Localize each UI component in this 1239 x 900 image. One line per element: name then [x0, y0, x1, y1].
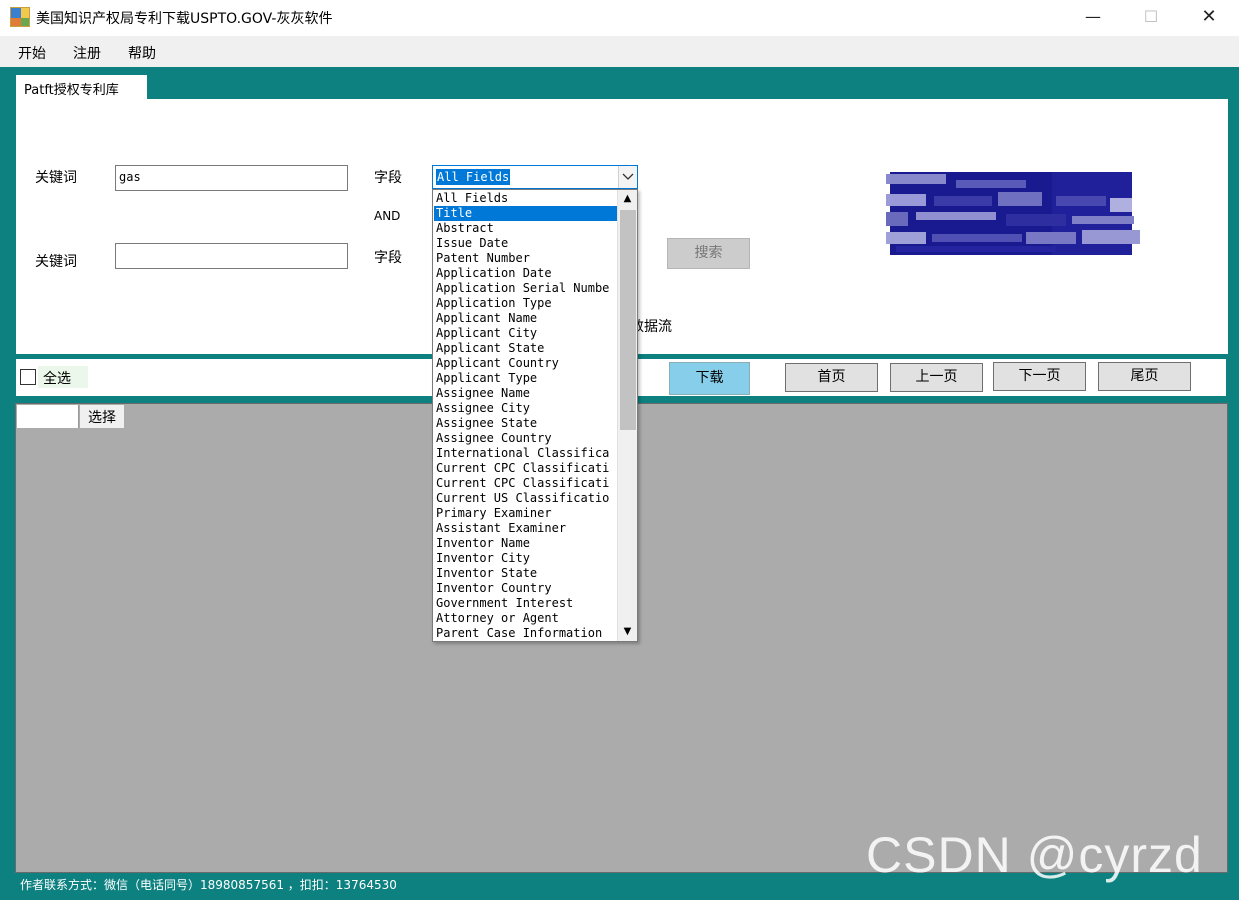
dropdown-option[interactable]: Assistant Examiner — [434, 521, 617, 536]
title-bar: 美国知识产权局专利下载USPTO.GOV-灰灰软件 — ☐ ✕ — [0, 0, 1239, 35]
dropdown-option[interactable]: Issue Date — [434, 236, 617, 251]
dropdown-option[interactable]: Current CPC Classificati — [434, 461, 617, 476]
dropdown-option[interactable]: Inventor State — [434, 566, 617, 581]
first-page-button[interactable]: 首页 — [785, 363, 878, 392]
chevron-down-icon[interactable] — [618, 166, 637, 188]
dropdown-option[interactable]: Current US Classificatio — [434, 491, 617, 506]
grid-row-header — [17, 405, 79, 428]
grid-column-select[interactable]: 选择 — [80, 405, 124, 428]
keyword1-input[interactable]: gas — [115, 165, 348, 191]
dropdown-option[interactable]: Application Type — [434, 296, 617, 311]
dropdown-option[interactable]: Current CPC Classificati — [434, 476, 617, 491]
operator-label: AND — [374, 209, 401, 223]
close-button[interactable]: ✕ — [1180, 0, 1238, 35]
keyword2-label: 关键词 — [35, 254, 77, 270]
dropdown-option[interactable]: All Fields — [434, 191, 617, 206]
dropdown-option[interactable]: Applicant State — [434, 341, 617, 356]
next-page-button[interactable]: 下一页 — [993, 362, 1086, 391]
dropdown-scrollbar[interactable]: ▲ ▼ — [617, 190, 637, 641]
dropdown-option[interactable]: Assignee Country — [434, 431, 617, 446]
dropdown-option[interactable]: Primary Examiner — [434, 506, 617, 521]
footer-contact: 作者联系方式：微信（电话同号）18980857561 ，扣扣：13764530 — [20, 878, 397, 892]
minimize-button[interactable]: — — [1064, 0, 1122, 35]
menu-register[interactable]: 注册 — [73, 43, 101, 63]
scroll-up-icon[interactable]: ▲ — [618, 190, 637, 208]
select-all-label[interactable]: 全选 — [38, 366, 88, 388]
keyword1-label: 关键词 — [35, 170, 77, 186]
dropdown-option[interactable]: Government Interest — [434, 596, 617, 611]
last-page-button[interactable]: 尾页 — [1098, 362, 1191, 391]
menu-help[interactable]: 帮助 — [128, 43, 156, 63]
obscured-image — [886, 172, 1140, 255]
field1-select[interactable]: All Fields — [432, 165, 638, 189]
dropdown-option[interactable]: Applicant Name — [434, 311, 617, 326]
scroll-down-icon[interactable]: ▼ — [618, 623, 637, 641]
tab-patft[interactable]: Patft授权专利库 — [16, 75, 147, 101]
dropdown-option[interactable]: Title — [434, 206, 617, 221]
dropdown-option[interactable]: Parent Case Information — [434, 626, 617, 641]
menu-bar: 开始 注册 帮助 — [0, 36, 1239, 67]
scroll-thumb[interactable] — [620, 210, 636, 430]
download-button[interactable]: 下载 — [669, 362, 750, 395]
dropdown-option[interactable]: Applicant City — [434, 326, 617, 341]
watermark: CSDN @cyrzd — [866, 827, 1203, 883]
dropdown-option[interactable]: Application Date — [434, 266, 617, 281]
dropdown-option[interactable]: Abstract — [434, 221, 617, 236]
field-dropdown-list[interactable]: All Fields Title Abstract Issue Date Patent … — [432, 189, 638, 642]
field2-label: 字段 — [374, 250, 402, 266]
dropdown-option[interactable]: Attorney or Agent — [434, 611, 617, 626]
dropdown-option[interactable]: Patent Number — [434, 251, 617, 266]
dropdown-option[interactable]: Inventor City — [434, 551, 617, 566]
menu-start[interactable]: 开始 — [18, 43, 46, 63]
app-icon — [10, 7, 30, 27]
dropdown-option[interactable]: Applicant Type — [434, 371, 617, 386]
search-button[interactable]: 搜索 — [667, 238, 750, 269]
dropdown-option[interactable]: Assignee City — [434, 401, 617, 416]
prev-page-button[interactable]: 上一页 — [890, 363, 983, 392]
dropdown-option[interactable]: Inventor Country — [434, 581, 617, 596]
dropdown-option[interactable]: Application Serial Numbe — [434, 281, 617, 296]
keyword2-input[interactable] — [115, 243, 348, 269]
dropdown-options: All Fields Title Abstract Issue Date Patent … — [434, 191, 617, 641]
dropdown-option[interactable]: Applicant Country — [434, 356, 617, 371]
field1-label: 字段 — [374, 170, 402, 186]
select-all-checkbox[interactable] — [20, 369, 36, 385]
window-title: 美国知识产权局专利下载USPTO.GOV-灰灰软件 — [36, 11, 333, 27]
dropdown-option[interactable]: Assignee Name — [434, 386, 617, 401]
dropdown-option[interactable]: Assignee State — [434, 416, 617, 431]
dropdown-option[interactable]: Inventor Name — [434, 536, 617, 551]
maximize-button[interactable]: ☐ — [1122, 0, 1180, 35]
field1-selected-value: All Fields — [436, 169, 511, 185]
dropdown-option[interactable]: International Classifica — [434, 446, 617, 461]
